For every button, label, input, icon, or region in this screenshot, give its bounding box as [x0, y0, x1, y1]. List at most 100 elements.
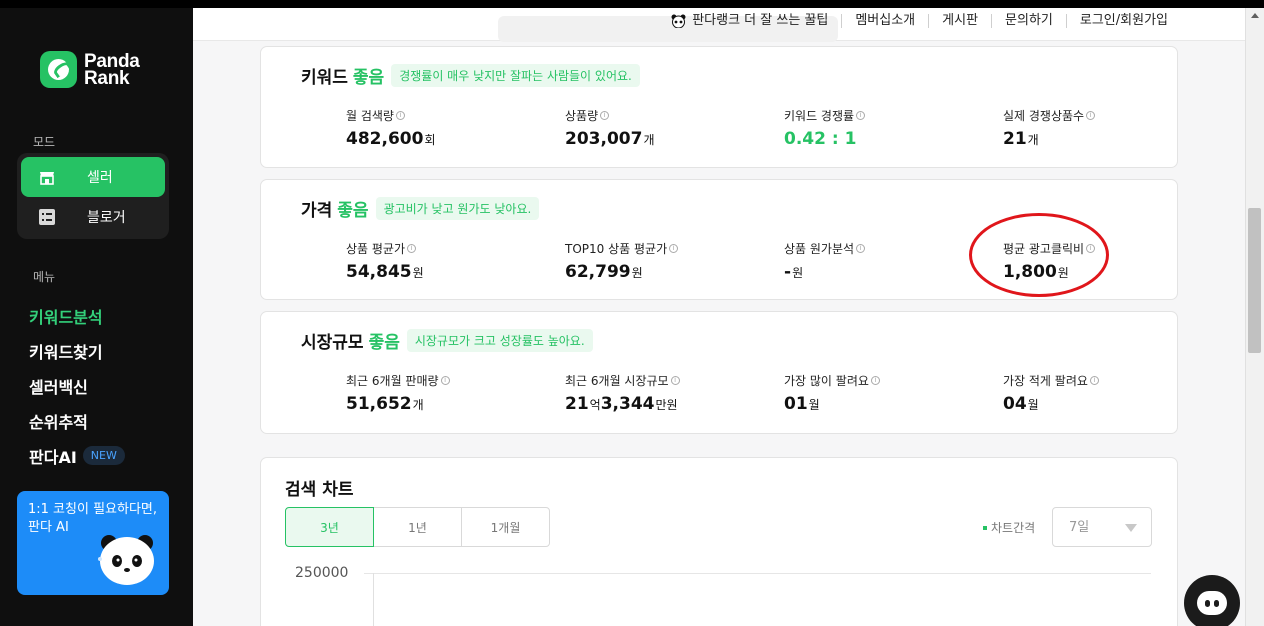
price-card-title: 가격: [301, 201, 333, 221]
stat-value: 04: [1003, 394, 1027, 414]
chart-range-tabs: 3년 1년 1개월: [285, 507, 550, 547]
red-highlight-circle: [969, 213, 1109, 297]
stat-keyword-competition: 키워드 경쟁률 i 0.42 : 1: [784, 107, 866, 149]
stat-worst-selling-month: 가장 적게 팔려요 i 04 월: [1003, 372, 1099, 414]
price-card-header: 가격 좋음 광고비가 낮고 원가도 낮아요.: [301, 196, 540, 221]
nav-membership-link[interactable]: 멤버십소개: [841, 14, 928, 28]
stat-six-month-market-size: 최근 6개월 시장규모 i 21 억 3,344 만원: [565, 372, 680, 414]
chart-interval-value: 7일: [1069, 520, 1090, 535]
stat-product-count: 상품량 i 203,007 개: [565, 107, 654, 149]
stat-value: 21: [1003, 129, 1027, 149]
sidebar-item-panda-ai-label: 판다AI: [29, 447, 77, 467]
scroll-up-arrow-icon[interactable]: [1251, 13, 1259, 18]
price-card-grade: 좋음: [337, 201, 369, 221]
nav-contact-link[interactable]: 문의하기: [991, 14, 1066, 28]
panda-rank-logo-icon: [40, 51, 77, 88]
list-icon: [37, 208, 57, 226]
stat-label: 상품량: [565, 109, 599, 123]
stat-label: TOP10 상품 평균가: [565, 242, 668, 256]
store-icon: [37, 168, 57, 186]
stat-value: 62,799: [565, 262, 631, 282]
stat-real-competitors: 실제 경쟁상품수 i 21 개: [1003, 107, 1096, 149]
mode-switcher: 셀러 블로거: [17, 153, 169, 239]
chart-interval-select[interactable]: 7일: [1052, 507, 1152, 547]
sidebar-item-rank-tracking[interactable]: 순위추적: [29, 403, 125, 438]
keyword-card: 키워드 좋음 경쟁률이 매우 낮지만 잘파는 사람들이 있어요. 월 검색량 i …: [260, 46, 1178, 168]
stat-unit: 원: [631, 266, 643, 280]
chart-interval-text: 차트간격: [991, 521, 1036, 535]
info-icon[interactable]: i: [870, 376, 880, 385]
nav-tips-link[interactable]: 판다랭크 더 잘 쓰는 꿀팁: [658, 14, 841, 28]
info-icon[interactable]: i: [670, 376, 680, 385]
sidebar-menu: 키워드분석 키워드찾기 셀러백신 순위추적 판다AI NEW: [29, 298, 125, 473]
chart-gridline: [364, 573, 1151, 574]
info-icon[interactable]: i: [440, 376, 450, 385]
mode-seller-button[interactable]: 셀러: [21, 157, 165, 197]
stat-label: 실제 경쟁상품수: [1003, 109, 1085, 123]
brand-name-line2: Rank: [84, 67, 130, 89]
stat-label: 월 검색량: [346, 109, 394, 123]
mode-section-label: 모드: [33, 135, 56, 149]
stat-unit: 월: [1027, 398, 1039, 412]
mode-blogger-label: 블로거: [87, 210, 126, 226]
info-icon[interactable]: i: [1089, 376, 1099, 385]
stat-value: 21: [565, 394, 589, 414]
stat-unit: 원: [412, 266, 424, 280]
stat-value: 01: [784, 394, 808, 414]
stat-unit: 개: [412, 398, 424, 412]
info-icon[interactable]: i: [407, 244, 417, 253]
sidebar-item-keyword-search[interactable]: 키워드찾기: [29, 333, 125, 368]
new-badge: NEW: [82, 446, 125, 465]
stat-value: 203,007: [565, 129, 643, 149]
stat-best-selling-month: 가장 많이 팔려요 i 01 월: [784, 372, 880, 414]
nav-login-link[interactable]: 로그인/회원가입: [1065, 14, 1181, 28]
stat-average-price: 상품 평균가 i 54,845 원: [346, 240, 424, 282]
range-tab-1y[interactable]: 1년: [373, 507, 462, 547]
chevron-down-icon: [1125, 524, 1137, 532]
brand-logo[interactable]: Panda Rank: [40, 51, 140, 88]
mode-blogger-button[interactable]: 블로거: [21, 197, 165, 237]
promo-line1: 1:1 코칭이 필요하다면,: [28, 502, 157, 517]
nav-board-link[interactable]: 게시판: [928, 14, 991, 28]
stat-unit: 개: [643, 133, 655, 147]
page-scrollbar[interactable]: [1245, 8, 1264, 626]
market-card-title: 시장규모: [301, 333, 364, 353]
scrollbar-thumb[interactable]: [1248, 208, 1261, 353]
stat-label: 상품 원가분석: [784, 242, 855, 256]
top-header: 판다랭크 더 잘 쓰는 꿀팁 멤버십소개 게시판 문의하기 로그인/회원가입: [193, 8, 1245, 42]
coaching-promo-banner[interactable]: 1:1 코칭이 필요하다면, 판다 AI: [17, 491, 169, 595]
chat-button[interactable]: [1184, 575, 1240, 626]
stat-label: 상품 평균가: [346, 242, 406, 256]
range-tab-3y[interactable]: 3년: [285, 507, 374, 547]
info-icon[interactable]: i: [395, 111, 405, 120]
brand-name-line1: Panda: [84, 50, 140, 72]
stat-top10-average-price: TOP10 상품 평균가 i 62,799 원: [565, 240, 679, 282]
stat-value: 54,845: [346, 262, 412, 282]
info-icon[interactable]: i: [856, 244, 866, 253]
market-card-header: 시장규모 좋음 시장규모가 크고 성장률도 높아요.: [301, 328, 593, 353]
info-icon[interactable]: i: [856, 111, 866, 120]
stat-unit: 원: [792, 266, 804, 280]
stat-unit: 월: [808, 398, 820, 412]
bullet-icon: [983, 525, 987, 530]
info-icon[interactable]: i: [1086, 111, 1096, 120]
info-icon[interactable]: i: [669, 244, 679, 253]
sidebar-item-keyword-analysis[interactable]: 키워드분석: [29, 298, 125, 333]
stat-unit: 억: [589, 398, 601, 412]
stat-label: 키워드 경쟁률: [784, 109, 855, 123]
sidebar-item-seller-vaccine[interactable]: 셀러백신: [29, 368, 125, 403]
stat-six-month-sales: 최근 6개월 판매량 i 51,652 개: [346, 372, 450, 414]
top-nav: 판다랭크 더 잘 쓰는 꿀팁 멤버십소개 게시판 문의하기 로그인/회원가입: [658, 14, 1181, 28]
panda-face-icon: [671, 14, 686, 28]
stat-unit: 개: [1027, 133, 1039, 147]
stat-unit: 회: [424, 133, 436, 147]
range-tab-1m[interactable]: 1개월: [461, 507, 550, 547]
stat-label: 가장 적게 팔려요: [1003, 374, 1088, 388]
chart-interval-label: 차트간격: [983, 519, 1035, 536]
stat-monthly-search: 월 검색량 i 482,600 회: [346, 107, 435, 149]
brand-name: Panda Rank: [84, 50, 140, 89]
stat-value: 0.42 : 1: [784, 129, 857, 149]
stat-value: 3,344: [600, 394, 655, 414]
sidebar-item-panda-ai[interactable]: 판다AI NEW: [29, 438, 125, 473]
info-icon[interactable]: i: [600, 111, 610, 120]
